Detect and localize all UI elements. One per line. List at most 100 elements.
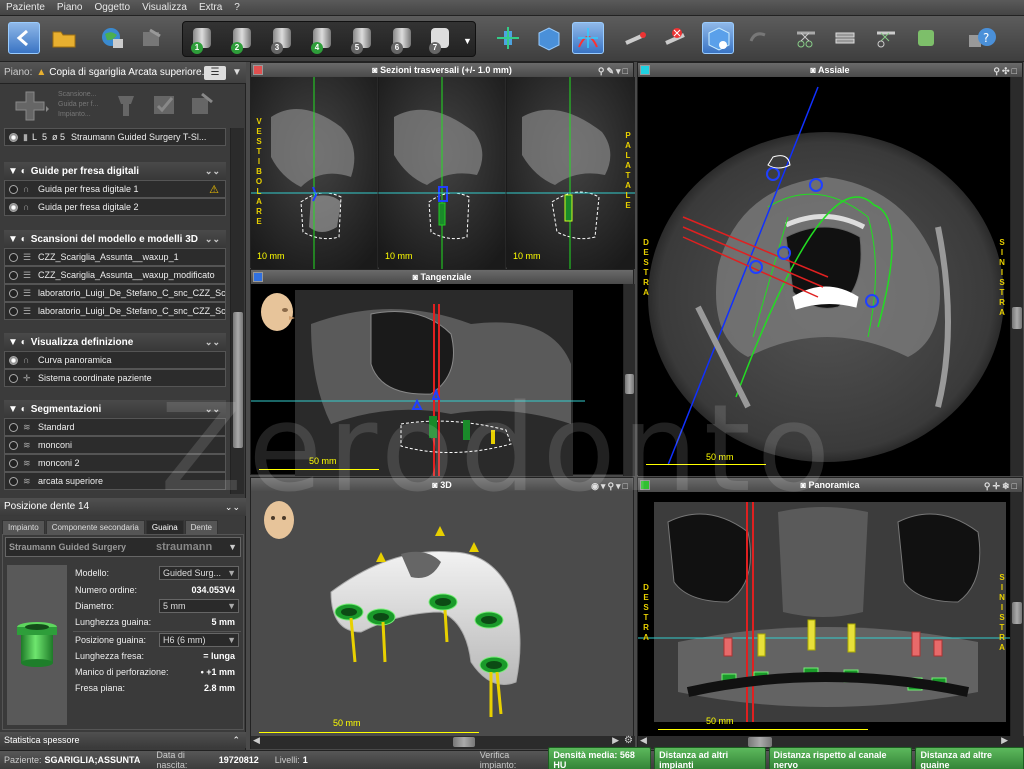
segm-item-3[interactable]: ≋ monconi 2: [4, 454, 226, 472]
plan-dropdown-icon[interactable]: ▼: [232, 67, 242, 78]
section-view-defs[interactable]: ▼ ◐ Visualizza definizione ⌄⌄: [4, 333, 226, 351]
cut-model-button[interactable]: [790, 22, 822, 54]
section-segmentations[interactable]: ▼ ◐ Segmentazioni ⌄⌄: [4, 400, 226, 418]
panoramic-v-scrollbar[interactable]: [1010, 492, 1023, 736]
axial-view[interactable]: ◙ Assiale ⚲✣□ DESTRA S I N I S T R A 50 …: [637, 62, 1023, 476]
object-list-scrollbar[interactable]: [230, 128, 244, 494]
menu-oggetto[interactable]: Oggetto: [95, 2, 131, 13]
menu-help[interactable]: ?: [234, 2, 240, 13]
visibility-radio[interactable]: [9, 288, 18, 298]
export-button[interactable]: [136, 22, 168, 54]
scrollbar-thumb[interactable]: [453, 737, 475, 747]
help-button[interactable]: ?: [966, 22, 998, 54]
menu-extra[interactable]: Extra: [199, 2, 222, 13]
step-2-button[interactable]: 2: [229, 26, 257, 54]
cut-surface-button[interactable]: [870, 22, 902, 54]
add-object-button[interactable]: [10, 88, 50, 122]
section-guides[interactable]: ▼ ◐ Guide per fresa digitali ⌄⌄: [4, 162, 226, 180]
chevron-down-icon[interactable]: ▼: [228, 538, 237, 556]
scan-item-2[interactable]: ☰ CZZ_Scariglia_Assunta__waxup_modificato: [4, 266, 226, 284]
scan-item-4[interactable]: ☰ laboratorio_Luigi_De_Stefano_C_snc_CZZ_…: [4, 302, 226, 320]
visibility-radio[interactable]: [9, 252, 18, 262]
tangential-view[interactable]: ◙ Tangenziale 50 mm: [250, 269, 635, 476]
gear-icon[interactable]: ⚙: [624, 735, 633, 746]
move-tool-button[interactable]: [492, 22, 524, 54]
visibility-radio[interactable]: [9, 202, 18, 212]
scan-item-3[interactable]: ☰ laboratorio_Luigi_De_Stefano_C_snc_CZZ_…: [4, 284, 226, 302]
axial-scrollbar[interactable]: [1010, 77, 1023, 476]
tangential-scrollbar[interactable]: [623, 284, 635, 476]
scrollbar-thumb[interactable]: [1012, 307, 1022, 329]
scrollbar-thumb[interactable]: [748, 737, 772, 747]
sleeve-position-select[interactable]: H6 (6 mm) ▼: [159, 633, 239, 647]
collapse-icon[interactable]: ⌄⌄: [225, 498, 240, 516]
panoramic-view[interactable]: ◙ Panoramica ⚲✛❄□ DESTRA SINISTRA 50 mm: [637, 477, 1024, 749]
cube-select-button[interactable]: [532, 22, 564, 54]
step-5-button[interactable]: 5: [349, 26, 377, 54]
export-tool-icon[interactable]: [190, 92, 214, 121]
visibility-radio[interactable]: [9, 458, 18, 468]
implant-distance-badge[interactable]: Distanza ad altri impianti: [654, 747, 766, 769]
implant-visibility-radio[interactable]: [9, 132, 18, 142]
visibility-radio[interactable]: [9, 373, 18, 383]
view-item-coords[interactable]: ✛ Sistema coordinate paziente: [4, 369, 226, 387]
visibility-radio[interactable]: [9, 184, 18, 194]
import-button[interactable]: [96, 22, 128, 54]
segm-item-1[interactable]: ≋ Standard: [4, 418, 226, 436]
open-folder-button[interactable]: [48, 22, 80, 54]
tab-impianto[interactable]: Impianto: [2, 520, 45, 535]
model-select[interactable]: Guided Surg... ▼: [159, 566, 239, 580]
measure-button[interactable]: [620, 22, 652, 54]
collapse-icon[interactable]: ⌄⌄: [205, 166, 220, 177]
verify-tool-icon[interactable]: [152, 92, 176, 121]
cross-sections-view[interactable]: ◙ Sezioni trasversali (+/- 1.0 mm) ⚲✎▾□: [250, 62, 635, 269]
density-badge[interactable]: Densità media: 568 HU: [548, 747, 652, 769]
tooth-position-header[interactable]: Posizione dente 14 ⌄⌄: [0, 498, 246, 516]
scrollbar-thumb[interactable]: [625, 374, 634, 394]
segm-item-4[interactable]: ≋ arcata superiore: [4, 472, 226, 490]
step-1-button[interactable]: 1: [189, 26, 217, 54]
back-button[interactable]: [8, 22, 40, 54]
scrollbar-thumb[interactable]: [1012, 602, 1022, 624]
view-controls[interactable]: ⚲✣□: [993, 64, 1019, 78]
menu-visualizza[interactable]: Visualizza: [142, 2, 187, 13]
plan-menu-button[interactable]: ☰: [204, 66, 226, 80]
model-button[interactable]: [910, 22, 942, 54]
visibility-radio[interactable]: [9, 306, 18, 316]
delete-measure-button[interactable]: [660, 22, 692, 54]
tab-dente[interactable]: Dente: [184, 520, 219, 535]
diameter-select[interactable]: 5 mm ▼: [159, 599, 239, 613]
step-3-button[interactable]: 3: [269, 26, 297, 54]
menu-paziente[interactable]: Paziente: [6, 2, 45, 13]
scrollbar-thumb[interactable]: [233, 312, 243, 448]
collapse-icon[interactable]: ⌄⌄: [205, 234, 220, 245]
thickness-stats-header[interactable]: Statistica spessore ⌃: [0, 732, 246, 748]
step-4-button[interactable]: 4: [309, 26, 337, 54]
menu-piano[interactable]: Piano: [57, 2, 83, 13]
tab-componente[interactable]: Componente secondaria: [45, 520, 145, 535]
view-controls[interactable]: ⚲✎▾□: [598, 64, 630, 78]
collapse-icon[interactable]: ⌄⌄: [205, 404, 220, 415]
step-print-button[interactable]: 7: [427, 26, 455, 54]
collapse-icon[interactable]: ⌄⌄: [205, 337, 220, 348]
view-controls[interactable]: ◉▾⚲▾□: [591, 479, 630, 493]
vendor-select[interactable]: Straumann Guided Surgery straumann ▼: [5, 537, 241, 557]
step-6-button[interactable]: 6: [389, 26, 417, 54]
3d-view[interactable]: ◙ 3D ◉▾⚲▾□ 50 mm ◀ ▶ ⚙: [250, 477, 635, 749]
slice-button[interactable]: [830, 22, 862, 54]
implant-list-item[interactable]: ▮ L 5 ø 5 Straumann Guided Surgery T-Sl.…: [4, 128, 226, 146]
visibility-radio[interactable]: [9, 422, 18, 432]
view-controls[interactable]: ⚲✛❄□: [984, 479, 1019, 493]
segm-item-2[interactable]: ≋ monconi: [4, 436, 226, 454]
tab-guaina[interactable]: Guaina: [145, 520, 184, 535]
visibility-radio[interactable]: [9, 440, 18, 450]
undo-button[interactable]: [742, 22, 774, 54]
crosshair-button[interactable]: [572, 22, 604, 54]
head-orientation-icon[interactable]: [255, 290, 299, 336]
visibility-radio[interactable]: [9, 355, 18, 365]
3d-select-button[interactable]: [702, 22, 734, 54]
visibility-radio[interactable]: [9, 476, 18, 486]
scan-item-1[interactable]: ☰ CZZ_Scariglia_Assunta__waxup_1: [4, 248, 226, 266]
implant-tool-icon[interactable]: [114, 92, 138, 121]
chevron-down-icon[interactable]: ▼: [463, 36, 472, 46]
